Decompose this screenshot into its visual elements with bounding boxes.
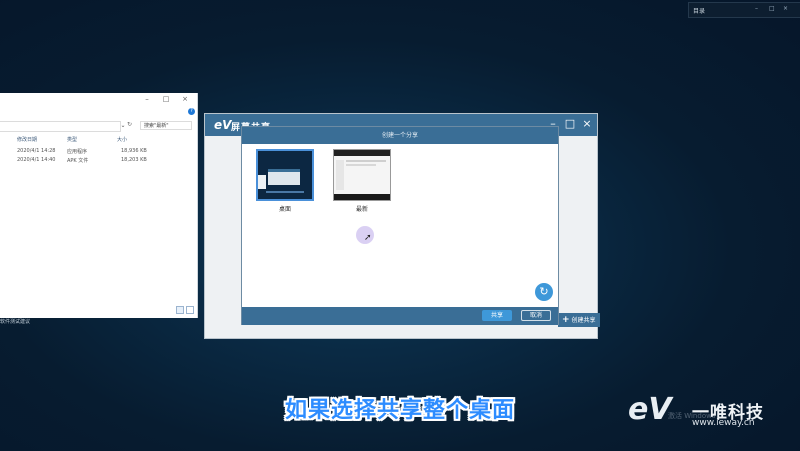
desktop-thumbnail bbox=[256, 149, 314, 201]
watermark: 激活 Windows eV 一唯科技 www.ieway.cn bbox=[628, 395, 798, 435]
explorer-close-icon[interactable]: × bbox=[180, 94, 190, 104]
share-button[interactable]: 共享 bbox=[482, 310, 512, 321]
desktop-preview-image bbox=[258, 151, 312, 199]
column-header-type[interactable]: 类型 bbox=[67, 136, 77, 143]
help-icon[interactable]: ? bbox=[188, 108, 195, 115]
create-share-label: 创建共享 bbox=[571, 317, 596, 324]
file-explorer-window: – □ × ⌄ ? ⌄ ↻ 搜索"最新" 修改日期 类型 大小 2020/4/1… bbox=[0, 93, 198, 318]
minimize-icon[interactable]: – bbox=[755, 6, 761, 12]
dialog-titlebar: 创建一个分享 bbox=[242, 127, 558, 144]
maximize-icon[interactable]: □ bbox=[769, 6, 775, 12]
explorer-titlebar: – □ × bbox=[0, 93, 197, 105]
top-panel-title: 目录 bbox=[693, 8, 706, 15]
refresh-icon[interactable]: ↻ bbox=[127, 121, 132, 128]
mouse-cursor-icon: ➚ bbox=[364, 233, 372, 243]
refresh-sources-button[interactable]: ↻ bbox=[535, 283, 553, 301]
explorer-maximize-icon[interactable]: □ bbox=[161, 94, 171, 104]
watermark-url: www.ieway.cn bbox=[692, 418, 755, 428]
row-type: APK 文件 bbox=[67, 158, 89, 164]
window-thumbnail bbox=[333, 149, 391, 201]
row-date: 2020/4/1 14:40 bbox=[17, 157, 56, 163]
cancel-button[interactable]: 取消 bbox=[521, 310, 551, 321]
row-size: 18,203 KB bbox=[121, 157, 147, 163]
details-view-button[interactable] bbox=[176, 306, 184, 314]
address-bar[interactable] bbox=[0, 121, 121, 132]
window-preview-image bbox=[334, 150, 390, 200]
desktop-label: 桌面 bbox=[278, 206, 291, 213]
row-type: 应用程序 bbox=[67, 149, 88, 155]
dialog-footer: 共享 取消 bbox=[242, 307, 558, 325]
create-share-dialog: 创建一个分享 桌面 最新 共享 取消 bbox=[241, 126, 559, 325]
ev-logo: eV bbox=[214, 118, 232, 132]
explorer-minimize-icon[interactable]: – bbox=[142, 94, 152, 104]
watermark-logo: eV bbox=[628, 392, 672, 427]
explorer-status-text: 软件测试建议 bbox=[0, 319, 31, 325]
address-dropdown-icon[interactable]: ⌄ bbox=[119, 121, 127, 131]
column-header-size[interactable]: 大小 bbox=[117, 136, 127, 143]
column-header-date[interactable]: 修改日期 bbox=[17, 136, 37, 143]
refresh-icon: ↻ bbox=[539, 285, 549, 298]
close-icon[interactable]: × bbox=[783, 6, 789, 12]
ev-maximize-icon[interactable]: □ bbox=[564, 118, 576, 130]
search-input[interactable]: 搜索"最新" bbox=[140, 121, 192, 130]
create-share-button[interactable]: + 创建共享 bbox=[558, 313, 600, 327]
icons-view-button[interactable] bbox=[186, 306, 194, 314]
ev-close-icon[interactable]: × bbox=[581, 118, 593, 130]
row-size: 18,936 KB bbox=[121, 148, 147, 154]
dialog-title: 创建一个分享 bbox=[381, 132, 418, 139]
top-right-panel: 目录 – □ × bbox=[688, 2, 800, 18]
plus-icon: + bbox=[562, 315, 570, 325]
window-label: 最新 bbox=[355, 206, 368, 213]
row-date: 2020/4/1 14:28 bbox=[17, 148, 56, 154]
